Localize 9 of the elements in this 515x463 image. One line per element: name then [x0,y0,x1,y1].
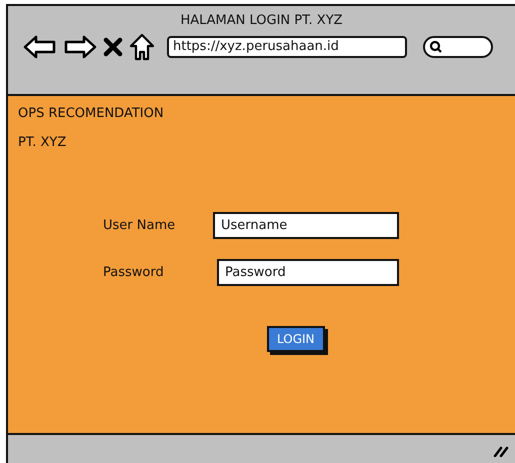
address-bar[interactable]: https://xyz.perusahaan.id [167,36,407,58]
window-title: HALAMAN LOGIN PT. XYZ [179,12,344,28]
field-label: Password [103,265,165,280]
username-field[interactable]: Username [213,212,399,239]
field-label: User Name [103,218,176,233]
login-button[interactable]: LOGIN [267,326,325,352]
password-field[interactable]: Password [217,259,399,286]
company-name: PT. XYZ [18,135,68,150]
page-heading: OPS RECOMENDATION [18,106,165,121]
